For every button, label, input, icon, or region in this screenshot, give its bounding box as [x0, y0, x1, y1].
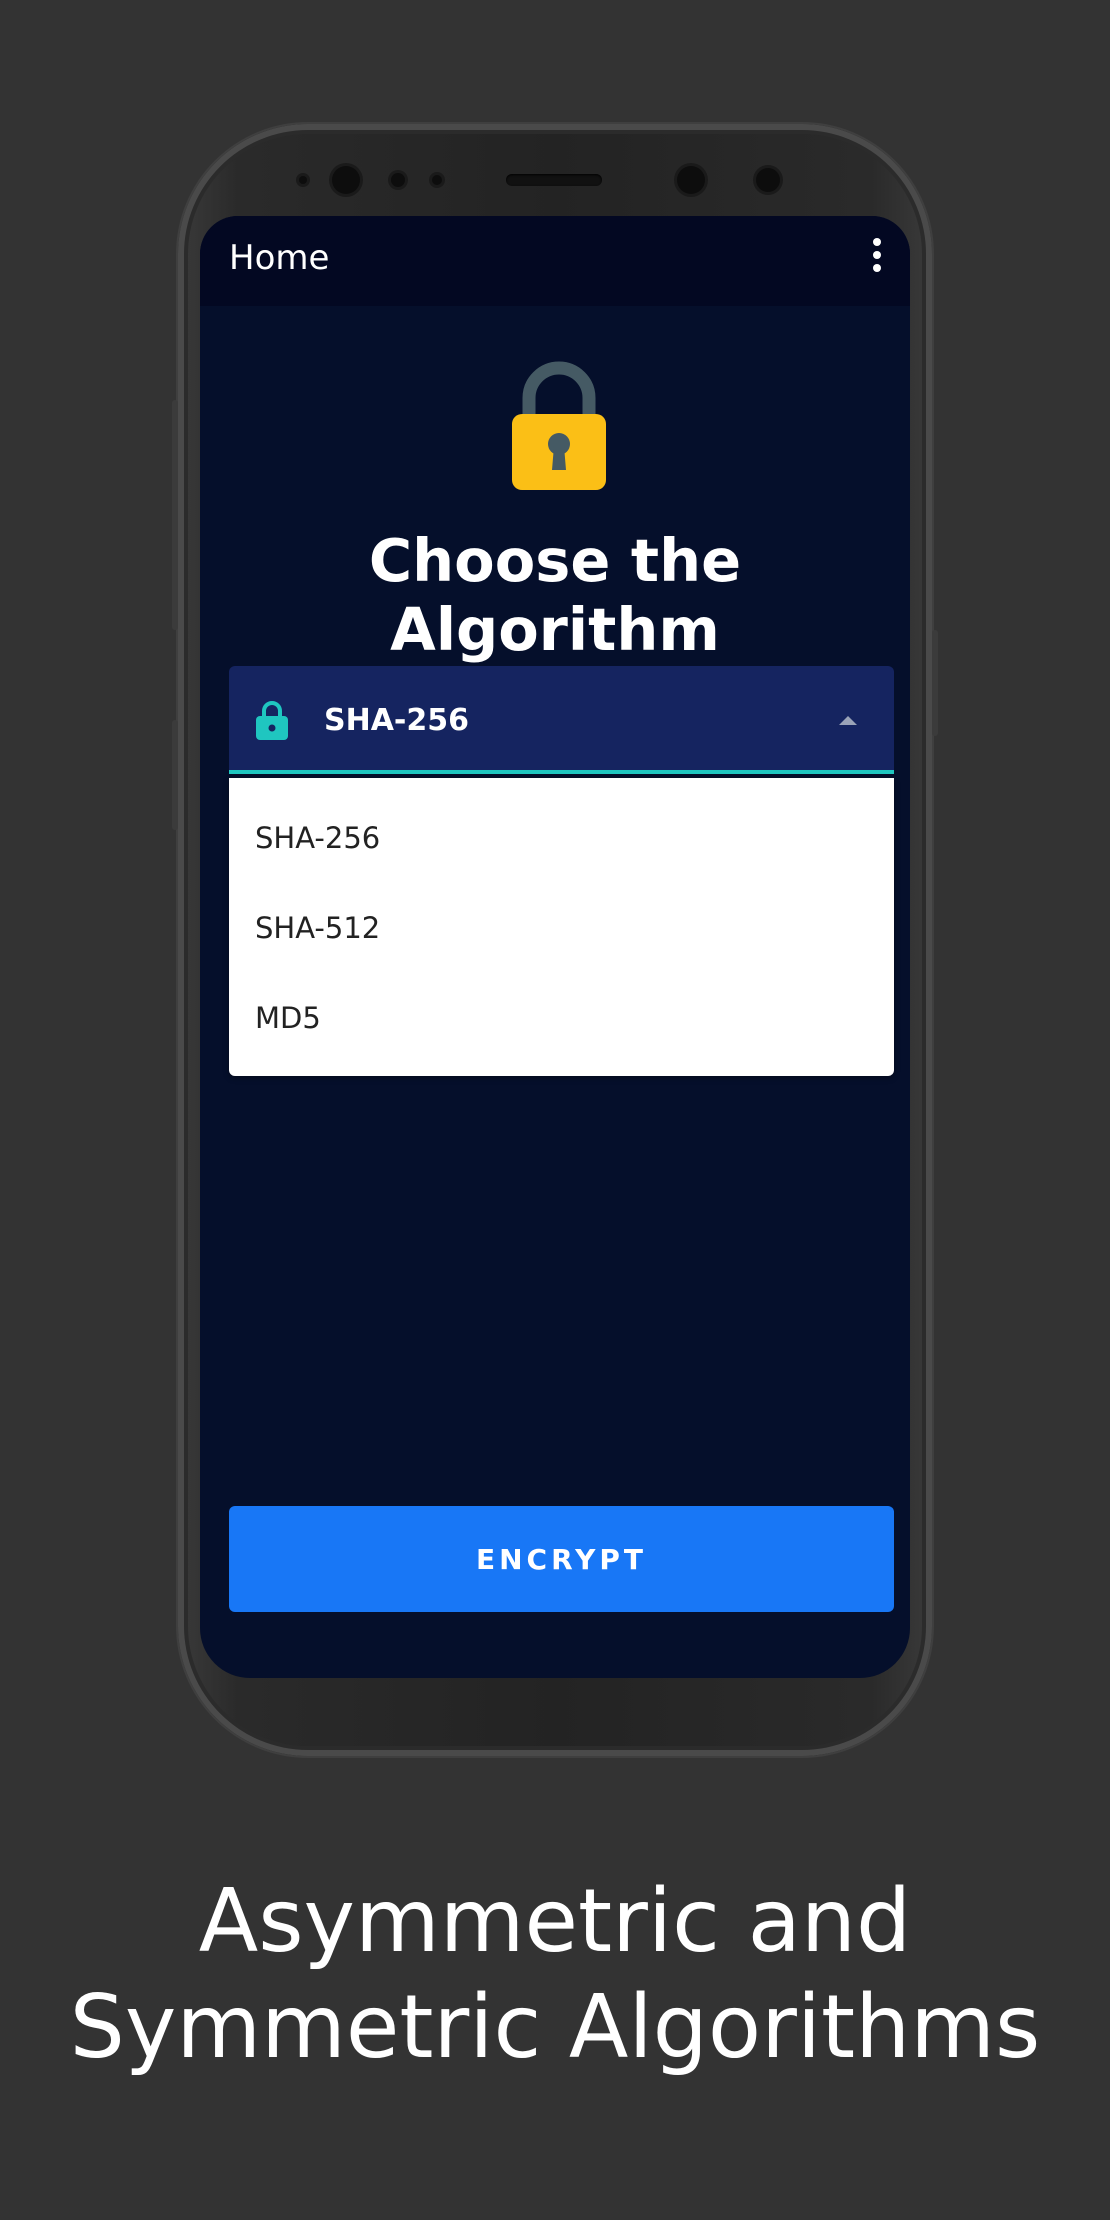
promo-caption: Asymmetric and Symmetric Algorithms: [0, 1868, 1110, 2080]
caption-line-1: Asymmetric and: [198, 1870, 912, 1972]
algorithm-dropdown[interactable]: SHA-256: [229, 666, 894, 774]
page-title: Choose the Algorithm: [368, 526, 742, 664]
lock-icon: [256, 701, 288, 740]
menu-item-md5[interactable]: MD5: [255, 1001, 321, 1035]
selected-algorithm: SHA-256: [324, 703, 470, 738]
padlock-icon: [512, 361, 606, 490]
caret-up-icon[interactable]: [839, 716, 857, 725]
app-bar: Home: [200, 216, 910, 306]
sensor-icon: [756, 168, 780, 192]
field-underline: [229, 770, 894, 774]
menu-item-sha-512[interactable]: SHA-512: [255, 911, 380, 945]
more-vert-icon[interactable]: [870, 238, 884, 278]
front-camera-icon: [332, 166, 360, 194]
sensor-icon: [391, 173, 405, 187]
side-button: [172, 720, 178, 830]
volume-button: [172, 400, 178, 630]
caption-line-2: Symmetric Algorithms: [69, 1976, 1041, 2078]
app-screen: Home Choose the Algorithm SHA-256 SHA-25…: [200, 216, 910, 1678]
sensor-icon: [299, 176, 307, 184]
app-bar-title: Home: [229, 238, 330, 278]
algorithm-menu: SHA-256 SHA-512 MD5: [229, 778, 894, 1076]
menu-item-sha-256[interactable]: SHA-256: [255, 821, 380, 855]
front-camera-icon: [677, 166, 705, 194]
power-button: [932, 630, 938, 736]
encrypt-button[interactable]: ENCRYPT: [229, 1506, 894, 1612]
earpiece-speaker: [506, 174, 602, 186]
sensor-icon: [432, 175, 442, 185]
